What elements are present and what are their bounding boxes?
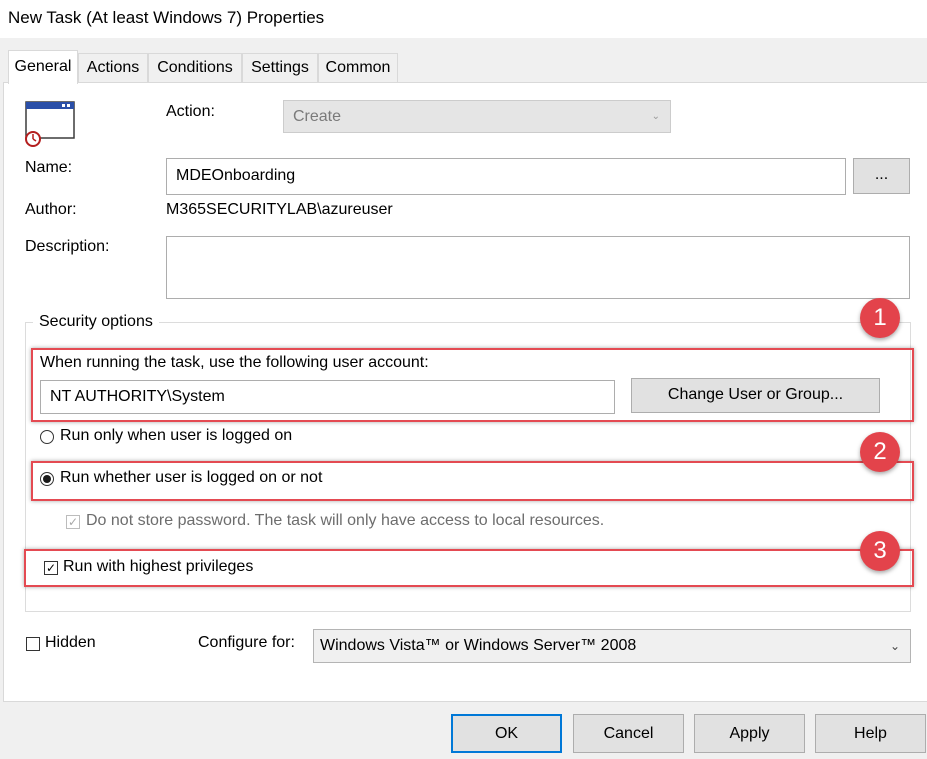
action-select: Create ⌄ <box>283 100 671 133</box>
tab-settings[interactable]: Settings <box>242 53 318 83</box>
tab-common[interactable]: Common <box>318 53 398 83</box>
ok-button[interactable]: OK <box>451 714 562 753</box>
chevron-down-icon: ⌄ <box>651 111 660 122</box>
security-options-legend: Security options <box>33 313 159 331</box>
browse-button[interactable]: ... <box>853 158 910 194</box>
highlight-box-account <box>31 348 914 422</box>
chevron-down-icon: ⌄ <box>889 639 900 653</box>
annotation-badge-1: 1 <box>860 298 900 338</box>
description-label: Description: <box>25 238 110 255</box>
annotation-badge-2: 2 <box>860 432 900 472</box>
configure-for-select[interactable]: Windows Vista™ or Windows Server™ 2008 ⌄ <box>313 629 911 663</box>
tab-conditions[interactable]: Conditions <box>148 53 242 83</box>
configure-for-label: Configure for: <box>198 634 295 651</box>
task-window-icon <box>24 101 80 147</box>
highlight-box-run-whether <box>31 461 914 501</box>
cancel-button[interactable]: Cancel <box>573 714 684 753</box>
no-store-password-label: Do not store password. The task will onl… <box>86 512 605 529</box>
name-field[interactable]: MDEOnboarding <box>166 158 846 195</box>
run-logged-on-radio[interactable] <box>40 430 54 444</box>
author-label: Author: <box>25 201 77 218</box>
tab-general[interactable]: General <box>8 50 78 84</box>
highlight-box-privileges <box>24 549 914 587</box>
configure-for-value: Windows Vista™ or Windows Server™ 2008 <box>320 637 637 654</box>
no-store-password-checkbox: ✓ <box>66 515 80 529</box>
description-field[interactable] <box>166 236 910 299</box>
hidden-label[interactable]: Hidden <box>45 634 96 652</box>
apply-button[interactable]: Apply <box>694 714 805 753</box>
title-bar: New Task (At least Windows 7) Properties <box>0 0 927 38</box>
hidden-checkbox[interactable] <box>26 637 40 651</box>
run-logged-on-label[interactable]: Run only when user is logged on <box>60 427 292 445</box>
action-label: Action: <box>166 103 215 120</box>
window-title: New Task (At least Windows 7) Properties <box>8 8 325 27</box>
author-value: M365SECURITYLAB\azureuser <box>166 201 393 218</box>
action-select-value: Create <box>293 108 342 125</box>
name-label: Name: <box>25 159 73 176</box>
help-button[interactable]: Help <box>815 714 926 753</box>
annotation-badge-3: 3 <box>860 531 900 571</box>
tab-actions[interactable]: Actions <box>78 53 148 83</box>
